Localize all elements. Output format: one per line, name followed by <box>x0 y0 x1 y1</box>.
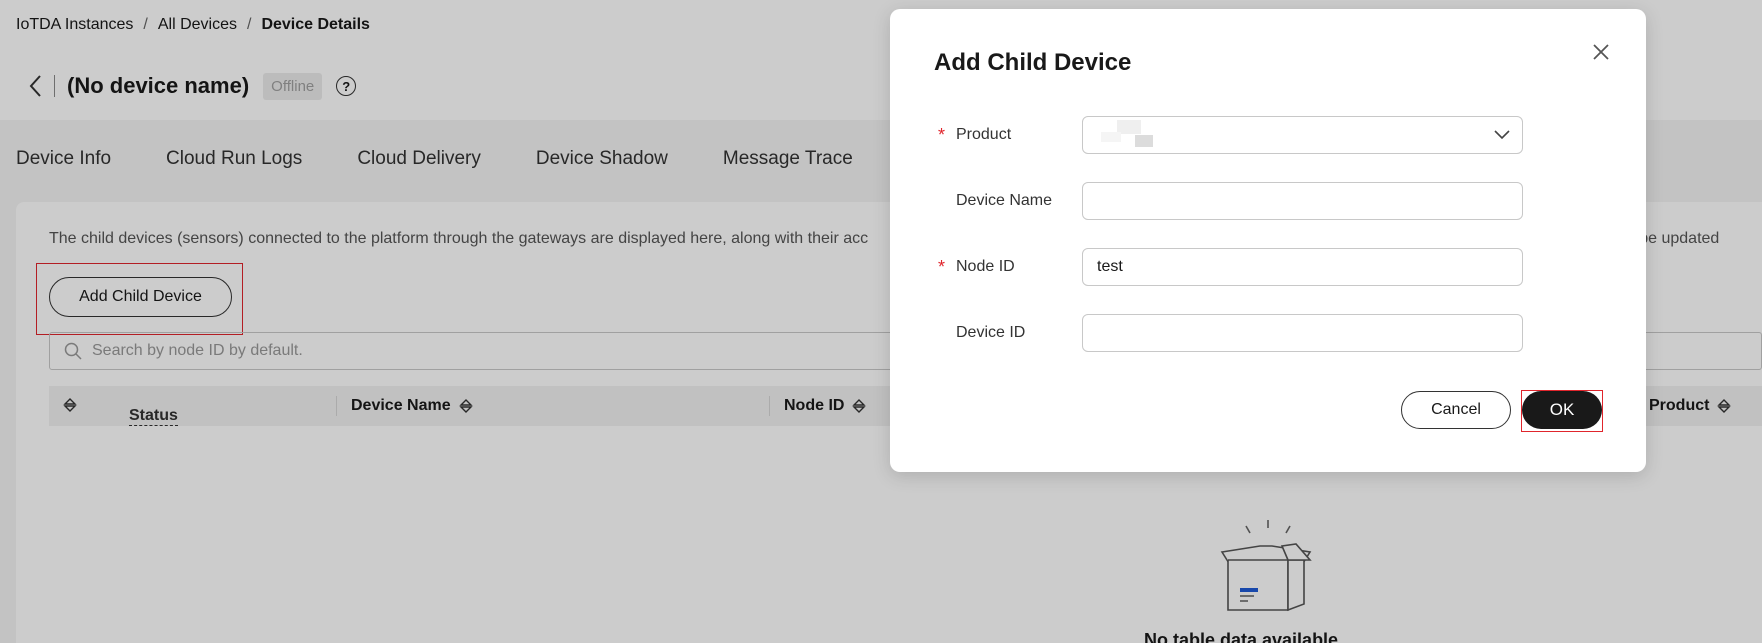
cancel-button[interactable]: Cancel <box>1401 391 1511 429</box>
ok-button[interactable]: OK <box>1522 391 1602 429</box>
device-id-field[interactable] <box>1082 314 1523 352</box>
add-child-device-dialog: Add Child Device * Product Device Name *… <box>890 9 1646 472</box>
product-label: Product <box>956 126 1012 143</box>
required-mark: * <box>938 257 946 277</box>
form-row-device-name: Device Name <box>890 182 1646 220</box>
close-icon[interactable] <box>1590 41 1612 63</box>
device-name-field[interactable] <box>1082 182 1523 220</box>
dialog-title: Add Child Device <box>934 49 1132 76</box>
form-row-node-id: * Node ID test <box>890 248 1646 286</box>
redacted-value <box>1097 120 1157 150</box>
form-row-product: * Product <box>890 116 1646 154</box>
node-id-field[interactable]: test <box>1082 248 1523 286</box>
node-id-label: Node ID <box>956 258 1015 275</box>
device-id-label: Device ID <box>956 324 1026 341</box>
form-row-device-id: Device ID <box>890 314 1646 352</box>
product-select[interactable] <box>1082 116 1523 154</box>
device-name-label: Device Name <box>956 192 1053 209</box>
chevron-down-icon <box>1494 130 1510 140</box>
required-mark: * <box>938 125 946 145</box>
device-details-page: IoTDA Instances / All Devices / Device D… <box>0 0 1762 643</box>
